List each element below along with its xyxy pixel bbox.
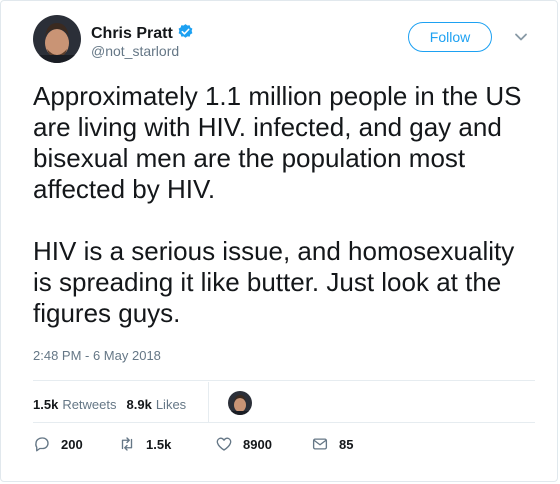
divider: [33, 380, 535, 381]
liker-avatar[interactable]: [228, 391, 252, 415]
tweet-timestamp[interactable]: 2:48 PM - 6 May 2018: [33, 348, 161, 363]
reply-button[interactable]: 200: [33, 435, 83, 453]
display-name-row: Chris Pratt: [91, 23, 194, 45]
likes-count: 8.9k: [126, 397, 152, 412]
reply-icon: [33, 435, 51, 453]
envelope-icon: [311, 435, 329, 453]
like-count: 8900: [243, 436, 272, 452]
tweet-actions: 200 1.5k 8900 85: [33, 435, 433, 455]
display-name[interactable]: Chris Pratt: [91, 25, 173, 43]
message-button[interactable]: 85: [311, 435, 353, 453]
verified-badge-icon: [177, 23, 194, 45]
message-count: 85: [339, 436, 354, 452]
like-button[interactable]: 8900: [215, 435, 272, 453]
likes-stat[interactable]: 8.9k Likes: [127, 397, 187, 412]
tweet-paragraph: HIV is a serious issue, and homosexualit…: [33, 236, 515, 328]
retweets-label: Retweets: [62, 397, 117, 412]
tweet-stats: 1.5k Retweets 8.9k Likes: [33, 397, 196, 412]
retweets-count: 1.5k: [33, 397, 59, 412]
likes-label: Likes: [155, 397, 187, 412]
retweet-button[interactable]: 1.5k: [118, 435, 171, 453]
tweet-text: Approximately 1.1 million people in the …: [33, 81, 538, 329]
retweets-stat[interactable]: 1.5k Retweets: [33, 397, 117, 412]
tweet-paragraph: Approximately 1.1 million people in the …: [33, 81, 522, 204]
chevron-down-icon[interactable]: [513, 29, 529, 45]
retweet-icon: [118, 435, 136, 453]
divider: [33, 422, 535, 423]
tweet-card: Chris Pratt @not_starlord Follow Approxi…: [0, 0, 558, 482]
reply-count: 200: [61, 436, 83, 452]
divider: [208, 382, 209, 422]
retweet-count: 1.5k: [146, 436, 172, 452]
user-handle[interactable]: @not_starlord: [91, 43, 179, 59]
heart-icon: [215, 435, 233, 453]
avatar[interactable]: [33, 15, 81, 63]
follow-button[interactable]: Follow: [408, 22, 492, 52]
